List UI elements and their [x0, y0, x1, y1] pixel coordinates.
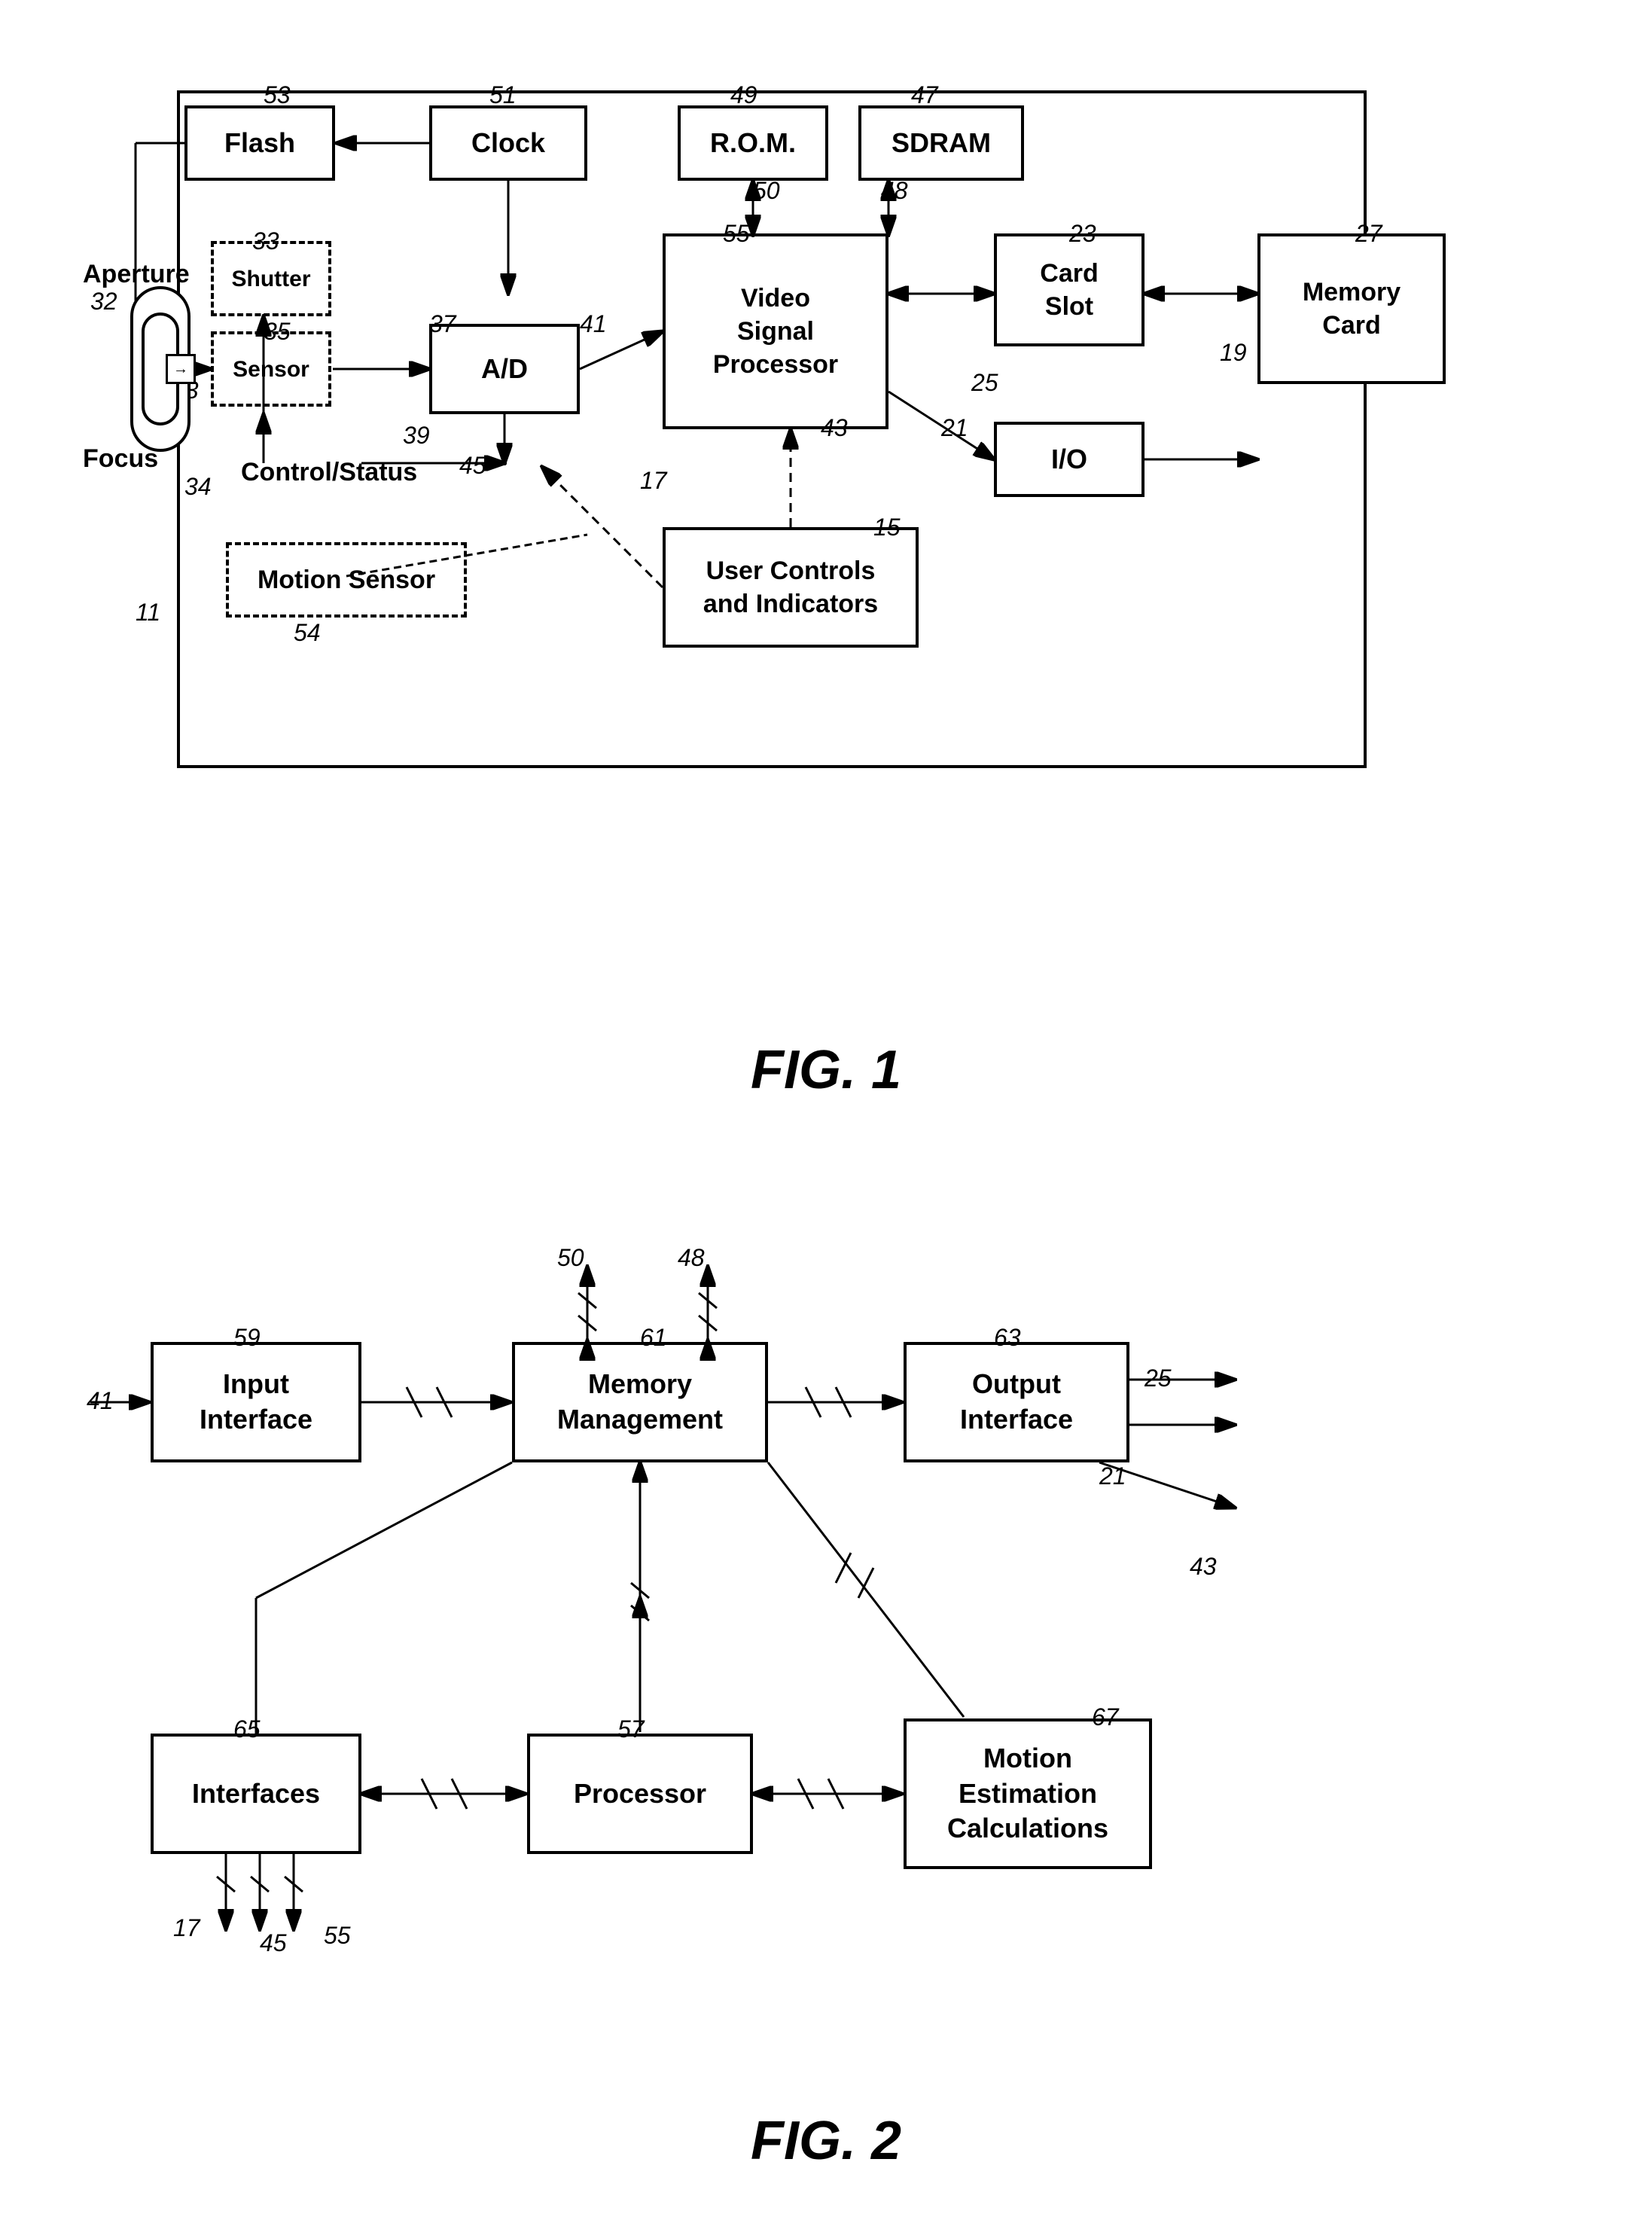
fig1-label-39: 39	[403, 422, 430, 450]
fig1-flash-box: Flash	[184, 105, 335, 181]
fig2-label-63: 63	[994, 1324, 1021, 1352]
fig1-sensor-symbol: →	[166, 354, 196, 384]
fig1-label-27: 27	[1355, 220, 1382, 248]
fig2-memorymgmt-box: Memory Management	[512, 1342, 768, 1462]
fig1-label-43: 43	[821, 414, 848, 442]
fig1-label-34: 34	[184, 473, 212, 501]
fig2-label-41: 41	[87, 1387, 114, 1415]
fig1-label-48: 48	[881, 177, 908, 205]
fig1-label-21: 21	[941, 414, 968, 442]
fig2-title: FIG. 2	[60, 2110, 1592, 2172]
fig1-label-11: 11	[136, 599, 160, 627]
fig2-inputinterface-box: Input Interface	[151, 1342, 361, 1462]
fig2-diagram: Input Interface 59 41 Memory Management …	[60, 1146, 1596, 2095]
fig1-diagram: Flash 53 Clock 51 R.O.M. 49 SDRAM 47 Shu…	[60, 45, 1596, 1024]
fig1-label-25: 25	[971, 369, 998, 397]
fig2-processor-box: Processor	[527, 1734, 753, 1854]
fig1-label-49: 49	[730, 81, 757, 109]
fig1-label-50: 50	[753, 177, 780, 205]
fig1-label-17: 17	[640, 467, 667, 495]
fig2-label-21: 21	[1099, 1462, 1126, 1490]
fig1-controlstatus-label: Control/Status	[241, 458, 417, 487]
fig2-label-57: 57	[617, 1715, 645, 1743]
fig2-outputinterface-box: Output Interface	[904, 1342, 1129, 1462]
fig2-label-50: 50	[557, 1244, 584, 1272]
fig1-label-37: 37	[429, 310, 456, 338]
fig1-label-54: 54	[294, 619, 321, 647]
fig1-sdram-box: SDRAM	[858, 105, 1024, 181]
fig1-label-19: 19	[1220, 339, 1247, 367]
fig2-arrows	[60, 1146, 1596, 2095]
fig2-label-59: 59	[233, 1324, 261, 1352]
page: Flash 53 Clock 51 R.O.M. 49 SDRAM 47 Shu…	[0, 0, 1652, 2217]
fig2-label-67: 67	[1092, 1703, 1119, 1731]
fig1-label-33: 33	[252, 227, 279, 255]
fig2-label-17: 17	[173, 1914, 200, 1942]
fig1-label-41: 41	[580, 310, 607, 338]
fig1-aperture-label: Aperture	[83, 260, 190, 289]
fig1-vsp-box: Video Signal Processor	[663, 233, 888, 429]
fig1-title: FIG. 1	[60, 1039, 1592, 1101]
fig1-label-51: 51	[489, 81, 517, 109]
fig2-label-55: 55	[324, 1922, 351, 1950]
fig1-label-45: 45	[459, 452, 486, 480]
fig2-label-25: 25	[1145, 1365, 1172, 1392]
fig1-label-32: 32	[90, 288, 117, 316]
fig1-usercontrols-box: User Controls and Indicators	[663, 527, 919, 648]
fig2-label-48: 48	[678, 1244, 705, 1272]
fig1-label-15: 15	[873, 514, 901, 541]
fig2-label-43: 43	[1190, 1553, 1217, 1581]
fig1-label-47: 47	[911, 81, 938, 109]
fig1-memcard-box: Memory Card	[1257, 233, 1446, 384]
fig1-clock-box: Clock	[429, 105, 587, 181]
fig1-io-box: I/O	[994, 422, 1145, 497]
fig2-label-65: 65	[233, 1715, 261, 1743]
fig1-cardslot-box: Card Slot	[994, 233, 1145, 346]
fig1-label-53: 53	[264, 81, 291, 109]
fig1-label-35: 35	[264, 318, 291, 346]
fig2-interfaces-box: Interfaces	[151, 1734, 361, 1854]
fig1-motionsensor-box: Motion Sensor	[226, 542, 467, 618]
fig2-label-45: 45	[260, 1929, 287, 1957]
fig1-label-55: 55	[723, 220, 750, 248]
fig2-label-61: 61	[640, 1324, 667, 1352]
fig1-label-23: 23	[1069, 220, 1096, 248]
fig2-motionest-box: Motion Estimation Calculations	[904, 1718, 1152, 1869]
fig1-rom-box: R.O.M.	[678, 105, 828, 181]
